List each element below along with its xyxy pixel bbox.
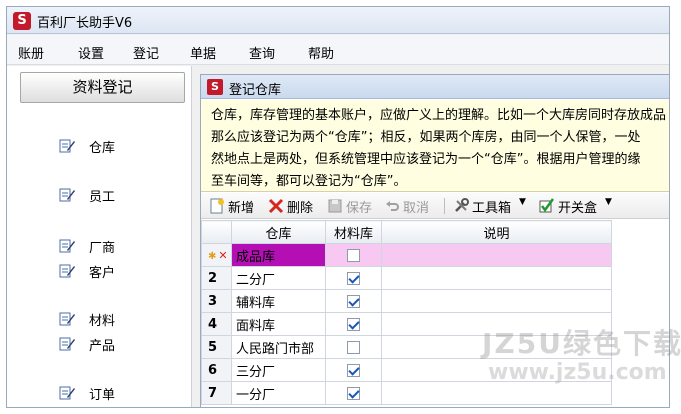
table-row[interactable]: 2 二分厂	[201, 266, 612, 290]
cell-material-flag[interactable]	[325, 266, 382, 290]
info-line: 仓库，库存管理的基本账户，应做广义上的理解。比如一个大库房同时存放成品	[211, 108, 667, 123]
info-line: 那么应该登记为两个“仓库”；相反，如果两个库房，由同一个人保管，一处	[211, 130, 641, 145]
row-header-corner	[201, 220, 232, 244]
app-logo-icon: S	[207, 79, 223, 95]
new-row[interactable]: ✱ ✕ 成品库	[201, 243, 612, 267]
cancel-button-label: 取消	[403, 201, 430, 216]
new-star-icon: ✱	[208, 250, 217, 262]
edit-doc-icon	[59, 386, 75, 400]
menu-accounts[interactable]: 账册	[18, 43, 44, 62]
edit-doc-icon	[59, 239, 75, 253]
row-number: 2	[201, 266, 232, 290]
nav-label-warehouse: 仓库	[89, 141, 116, 156]
left-panel: 资料登记 仓库 员工 厂商 客户 材料 产品 订单	[7, 66, 192, 407]
material-checkbox[interactable]	[347, 248, 360, 262]
row-number: 7	[201, 381, 232, 405]
cell-warehouse-name[interactable]: 人民路门市部	[231, 335, 326, 359]
cell-material-flag[interactable]	[325, 381, 382, 405]
nav-label-customer: 客户	[89, 266, 116, 281]
watermark-url: www.jz5u.com	[488, 360, 667, 385]
edit-doc-icon	[59, 337, 75, 351]
cell-warehouse-name[interactable]: 一分厂	[231, 381, 326, 405]
column-header-material-store[interactable]: 材料库	[325, 220, 382, 244]
edit-doc-icon	[59, 139, 75, 153]
edit-doc-icon	[59, 264, 75, 278]
cell-warehouse-name[interactable]: 辅料库	[231, 289, 326, 313]
switch-box-label: 开关盒	[558, 201, 598, 216]
save-button-label: 保存	[346, 201, 373, 216]
cell-material-flag[interactable]	[325, 289, 382, 313]
cell-description[interactable]	[381, 289, 612, 313]
nav-label-material: 材料	[89, 314, 116, 329]
delete-button-label: 删除	[287, 201, 314, 216]
material-checkbox[interactable]	[347, 271, 360, 285]
nav-label-staff: 员工	[89, 190, 116, 205]
row-number: 6	[201, 358, 232, 382]
cell-description[interactable]	[381, 266, 612, 290]
row-number: 3	[201, 289, 232, 313]
edit-doc-icon	[59, 312, 75, 326]
app-logo-icon: S	[13, 12, 31, 30]
menu-documents[interactable]: 单据	[190, 43, 216, 62]
child-window-title: 登记仓库	[229, 83, 282, 98]
toolbar-separator	[444, 198, 445, 214]
cell-material-flag[interactable]	[325, 335, 382, 359]
row-number: 5	[201, 335, 232, 359]
material-checkbox[interactable]	[347, 386, 360, 400]
material-checkbox[interactable]	[347, 340, 360, 354]
save-disk-icon	[328, 199, 342, 213]
new-doc-icon	[210, 198, 224, 214]
checkbox-check-icon	[539, 198, 555, 213]
column-header-warehouse[interactable]: 仓库	[231, 220, 326, 244]
toolbox-label: 工具箱	[472, 201, 512, 216]
menu-query[interactable]: 查询	[249, 43, 275, 62]
toolbox-dropdown[interactable]: 工具箱 ▼	[453, 197, 529, 216]
app-title: 百利厂长助手V6	[37, 16, 133, 31]
delete-x-icon	[268, 198, 284, 214]
child-title-bar: S 登记仓库	[201, 75, 669, 99]
panel-header-button[interactable]: 资料登记	[20, 72, 185, 103]
undo-icon	[386, 201, 399, 211]
cell-material-flag[interactable]	[325, 358, 382, 382]
info-panel: 仓库，库存管理的基本账户，应做广义上的理解。比如一个大库房同时存放成品 那么应该…	[201, 100, 669, 192]
cell-material-flag[interactable]	[325, 312, 382, 336]
nav-label-product: 产品	[89, 339, 116, 354]
material-checkbox[interactable]	[347, 363, 360, 377]
info-line: 然地点上是两处，但系统管理中应该登记为一个“仓库”。根据用户管理的缘	[211, 152, 641, 167]
info-line: 至车间等，都可以登记为“仓库”。	[211, 174, 407, 189]
new-row-indicator: ✱ ✕	[201, 243, 232, 267]
edit-doc-icon	[59, 188, 75, 202]
grid-header-row: 仓库 材料库 说明	[201, 220, 612, 244]
title-bar: S 百利厂长助手V6	[7, 7, 669, 34]
nav-label-supplier: 厂商	[89, 241, 116, 256]
chevron-down-icon: ▼	[519, 197, 526, 207]
cell-warehouse-name[interactable]: 三分厂	[231, 358, 326, 382]
menu-bar: 账册 设置 登记 单据 查询 帮助	[7, 35, 669, 65]
watermark: JZ5U绿色下载 www.jz5u.com	[482, 322, 681, 392]
row-number: 4	[201, 312, 232, 336]
cell-warehouse-name[interactable]: 面料库	[231, 312, 326, 336]
cell-warehouse-name[interactable]: 成品库	[231, 243, 326, 267]
switch-box-dropdown[interactable]: 开关盒 ▼	[539, 197, 615, 216]
watermark-text: JZ5U绿色下载	[482, 327, 681, 360]
column-header-description[interactable]: 说明	[381, 220, 612, 244]
table-row[interactable]: 3 辅料库	[201, 289, 612, 313]
chevron-down-icon: ▼	[605, 197, 612, 207]
tools-icon	[455, 198, 469, 212]
nav-label-order: 订单	[89, 388, 116, 403]
menu-help[interactable]: 帮助	[308, 43, 334, 62]
menu-register[interactable]: 登记	[133, 43, 159, 62]
cell-description[interactable]	[381, 243, 612, 267]
toolbar: 新增 删除 保存 取消 工具箱 ▼ 开关盒 ▼	[201, 193, 669, 219]
delete-x-icon: ✕	[218, 248, 228, 262]
cell-warehouse-name[interactable]: 二分厂	[231, 266, 326, 290]
material-checkbox[interactable]	[347, 317, 360, 331]
material-checkbox[interactable]	[347, 294, 360, 308]
new-button-label: 新增	[228, 201, 255, 216]
menu-settings[interactable]: 设置	[78, 43, 104, 62]
cell-material-flag[interactable]	[325, 243, 382, 267]
